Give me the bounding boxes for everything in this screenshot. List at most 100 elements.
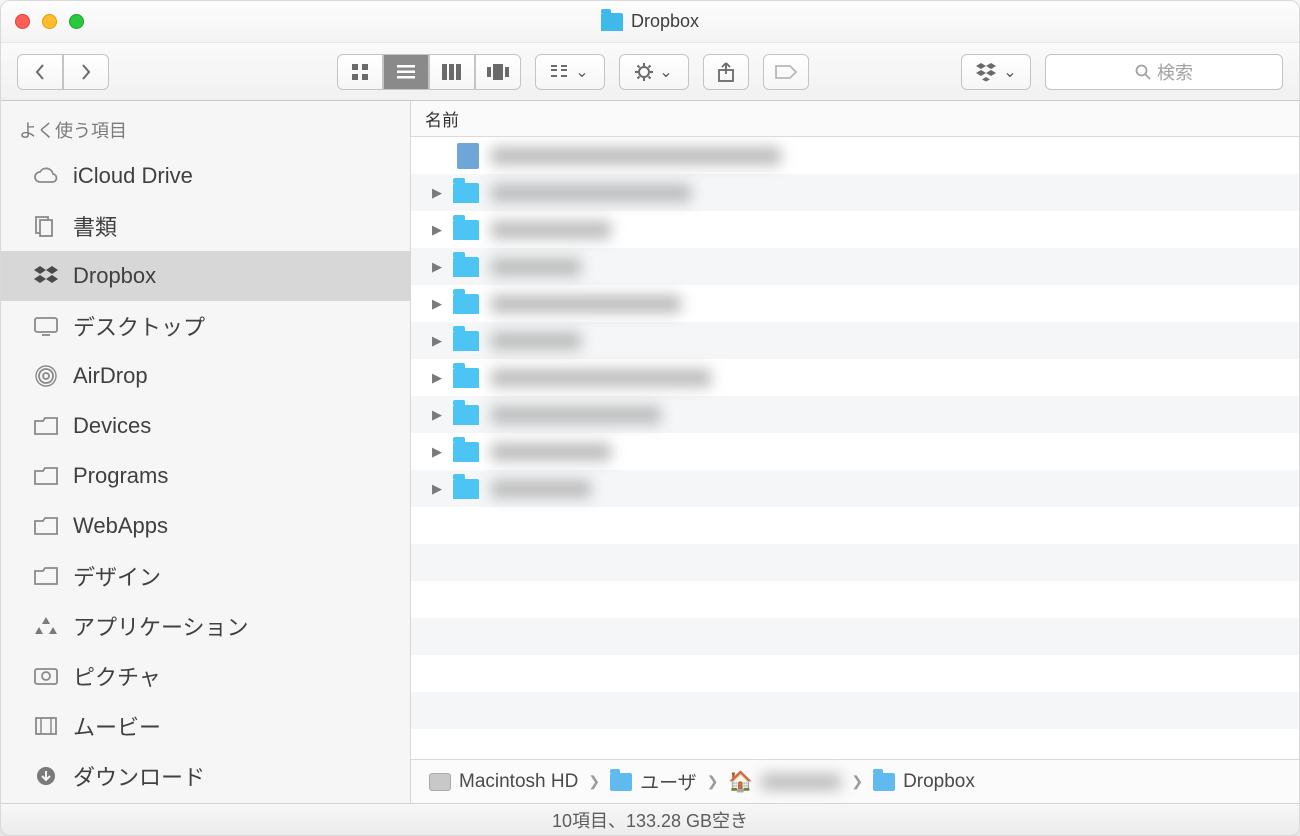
list-item[interactable]: ▶ (411, 285, 1299, 322)
item-name-blurred (491, 406, 661, 424)
arrange-button[interactable]: ⌄ (535, 54, 605, 90)
list-item[interactable] (411, 137, 1299, 174)
disclosure-triangle-icon[interactable]: ▶ (427, 222, 447, 238)
search-input[interactable]: 検索 (1045, 54, 1283, 90)
folder-icon (31, 565, 61, 587)
body: よく使う項目 iCloud Drive書類DropboxデスクトップAirDro… (1, 101, 1299, 803)
nav-buttons (17, 54, 109, 90)
dropbox-menu-button[interactable]: ⌄ (961, 54, 1031, 90)
column-view-button[interactable] (429, 54, 475, 90)
list-item[interactable]: ▶ (411, 211, 1299, 248)
list-item[interactable]: ▶ (411, 322, 1299, 359)
disclosure-triangle-icon[interactable]: ▶ (427, 481, 447, 497)
airdrop-icon (31, 365, 61, 387)
folder-icon (31, 415, 61, 437)
folder-icon (453, 368, 479, 388)
back-button[interactable] (17, 54, 63, 90)
sidebar-item-アプリケーション[interactable]: アプリケーション (1, 601, 410, 651)
empty-row (411, 581, 1299, 618)
folder-icon (453, 294, 479, 314)
documents-icon (31, 215, 61, 237)
sidebar-item-devices[interactable]: Devices (1, 401, 410, 451)
empty-row (411, 507, 1299, 544)
disclosure-triangle-icon[interactable]: ▶ (427, 185, 447, 201)
sidebar-item-label: AirDrop (73, 363, 148, 389)
apps-icon (31, 615, 61, 637)
share-button[interactable] (703, 54, 749, 90)
disclosure-triangle-icon[interactable]: ▶ (427, 296, 447, 312)
sidebar-item-icloud-drive[interactable]: iCloud Drive (1, 151, 410, 201)
sidebar-item-airdrop[interactable]: AirDrop (1, 351, 410, 401)
empty-row (411, 544, 1299, 581)
sidebar-item-ムービー[interactable]: ムービー (1, 701, 410, 751)
breadcrumb[interactable]: ユーザ (610, 768, 697, 795)
empty-row (411, 729, 1299, 759)
desktop-icon (31, 315, 61, 337)
titlebar: Dropbox (1, 1, 1299, 43)
sidebar-item-programs[interactable]: Programs (1, 451, 410, 501)
folder-icon (453, 442, 479, 462)
icon-view-button[interactable] (337, 54, 383, 90)
sidebar-item-label: iCloud Drive (73, 163, 193, 189)
disclosure-triangle-icon[interactable]: ▶ (427, 259, 447, 275)
home-icon: 🏠 (728, 769, 753, 794)
folder-icon (453, 257, 479, 277)
sidebar-item-書類[interactable]: 書類 (1, 201, 410, 251)
sidebar-item-デスクトップ[interactable]: デスクトップ (1, 301, 410, 351)
item-name-blurred (491, 295, 681, 313)
disclosure-triangle-icon[interactable]: ▶ (427, 333, 447, 349)
chevron-right-icon: ❯ (851, 773, 863, 790)
breadcrumb[interactable]: 🏠 (728, 769, 841, 794)
coverflow-view-button[interactable] (475, 54, 521, 90)
sidebar-item-label: Dropbox (73, 263, 156, 289)
forward-button[interactable] (63, 54, 109, 90)
list-item[interactable]: ▶ (411, 433, 1299, 470)
sidebar-item-ダウンロード[interactable]: ダウンロード (1, 751, 410, 801)
tags-button[interactable] (763, 54, 809, 90)
breadcrumb-label: ユーザ (640, 768, 697, 795)
sidebar-item-webapps[interactable]: WebApps (1, 501, 410, 551)
arrange-group: ⌄ (535, 54, 605, 90)
list-item[interactable]: ▶ (411, 470, 1299, 507)
sidebar-item-label: Devices (73, 413, 151, 439)
window-title: Dropbox (1, 11, 1299, 32)
breadcrumb[interactable]: Macintosh HD (429, 771, 578, 793)
folder-icon (453, 479, 479, 499)
sidebar-item-label: ムービー (73, 710, 161, 742)
sidebar-item-label: デスクトップ (73, 310, 205, 342)
sidebar-item-label: Programs (73, 463, 168, 489)
item-name-blurred (491, 480, 591, 498)
list-item[interactable]: ▶ (411, 359, 1299, 396)
disclosure-triangle-icon[interactable]: ▶ (427, 407, 447, 423)
list-item[interactable]: ▶ (411, 248, 1299, 285)
sidebar-item-デザイン[interactable]: デザイン (1, 551, 410, 601)
downloads-icon (31, 765, 61, 787)
action-button[interactable]: ⌄ (619, 54, 689, 90)
search-placeholder: 検索 (1157, 59, 1193, 85)
empty-row (411, 692, 1299, 729)
item-name-blurred (491, 221, 611, 239)
sidebar-item-dropbox[interactable]: Dropbox (1, 251, 410, 301)
folder-icon (31, 465, 61, 487)
list-item[interactable]: ▶ (411, 174, 1299, 211)
sidebar-item-label: デザイン (73, 560, 161, 592)
dropbox-folder-icon (873, 773, 895, 791)
breadcrumb[interactable]: Dropbox (873, 771, 975, 793)
folder-icon (31, 515, 61, 537)
folder-icon (453, 331, 479, 351)
pictures-icon (31, 665, 61, 687)
disclosure-triangle-icon[interactable]: ▶ (427, 444, 447, 460)
sidebar-item-ピクチャ[interactable]: ピクチャ (1, 651, 410, 701)
file-icon (457, 143, 479, 169)
list-item[interactable]: ▶ (411, 396, 1299, 433)
finder-window: Dropbox ⌄ ⌄ (0, 0, 1300, 836)
rows: ▶ ▶ ▶ ▶ ▶ ▶ ▶ ▶ ▶ (411, 137, 1299, 759)
item-name-blurred (491, 332, 581, 350)
disclosure-triangle-icon[interactable]: ▶ (427, 370, 447, 386)
status-bar: 10項目、133.28 GB空き (1, 803, 1299, 835)
list-view-button[interactable] (383, 54, 429, 90)
item-name-blurred (491, 258, 581, 276)
column-header-name[interactable]: 名前 (411, 101, 1299, 137)
view-buttons (337, 54, 521, 90)
cloud-icon (31, 165, 61, 187)
